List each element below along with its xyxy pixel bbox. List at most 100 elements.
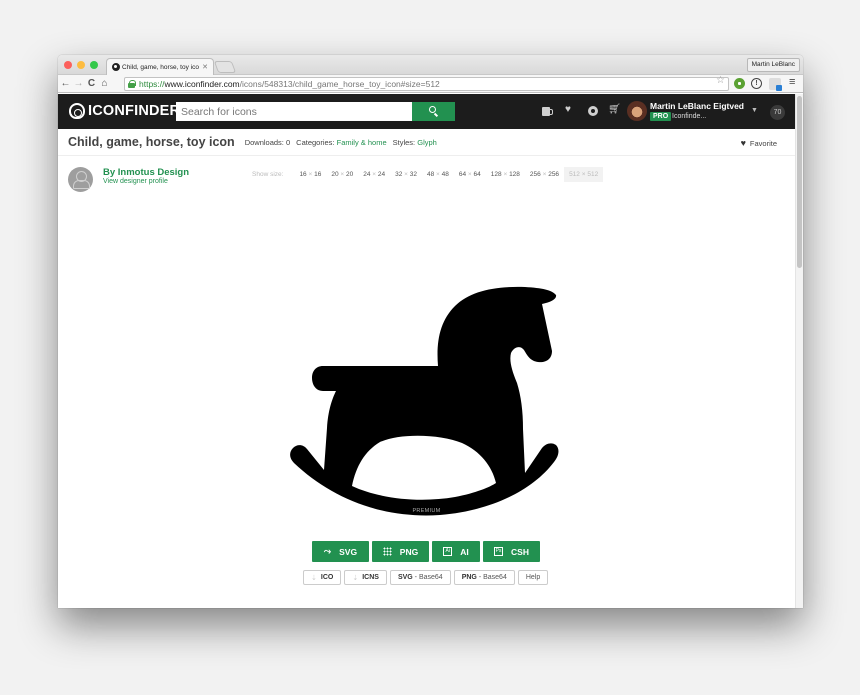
- extension-info-icon[interactable]: !: [751, 78, 762, 89]
- times-sign: ×: [501, 171, 510, 178]
- browser-tab[interactable]: Child, game, horse, toy ico ✕: [106, 58, 214, 75]
- size-option-128[interactable]: 128 × 128: [486, 167, 525, 182]
- designer-avatar[interactable]: [68, 167, 93, 192]
- category-link[interactable]: Family & home: [337, 138, 387, 147]
- style-link[interactable]: Glyph: [417, 138, 437, 147]
- download-csh-label: CSH: [511, 546, 529, 557]
- times-sign: ×: [306, 171, 315, 178]
- download-png-button[interactable]: PNG: [372, 541, 429, 562]
- search-input[interactable]: [176, 102, 412, 121]
- scrollbar-thumb[interactable]: [797, 96, 802, 268]
- download-ai-label: AI: [460, 546, 469, 557]
- home-icon[interactable]: ⌂: [99, 78, 110, 89]
- times-sign: ×: [434, 171, 442, 178]
- lock-icon: [128, 80, 136, 88]
- size-option-48[interactable]: 48 × 48: [422, 167, 454, 182]
- collection-icon[interactable]: [588, 106, 598, 116]
- times-sign: ×: [402, 171, 410, 178]
- user-avatar[interactable]: [627, 101, 647, 121]
- styles: Styles: Glyph: [393, 138, 437, 147]
- address-bar[interactable]: https://www.iconfinder.com/icons/548313/…: [124, 77, 729, 91]
- vector-path-icon: ⤳: [323, 546, 332, 556]
- size-option-24[interactable]: 24 × 24: [358, 167, 390, 182]
- size-height: 512: [587, 171, 599, 178]
- format-label: SVG: [397, 574, 413, 581]
- browser-menu-icon[interactable]: ≡: [789, 76, 795, 88]
- button-label: ICO: [321, 574, 333, 581]
- cart-icon[interactable]: 🛒︎: [608, 104, 621, 115]
- download-svg-base64-button[interactable]: SVG - Base64: [389, 570, 451, 585]
- new-tab-button[interactable]: [213, 61, 237, 73]
- iconfinder-logo-icon: [69, 103, 85, 119]
- size-option-256[interactable]: 256 × 256: [525, 167, 564, 182]
- button-label: PNG - Base64: [462, 574, 507, 581]
- heart-icon: ♥: [740, 138, 746, 148]
- button-label: ICNS: [362, 574, 379, 581]
- size-height: 16: [314, 171, 322, 178]
- size-height: 64: [473, 171, 481, 178]
- chevron-down-icon[interactable]: ▼: [751, 107, 758, 114]
- primary-download-buttons: ⤳ SVG PNG Ai AI Ps CSH: [312, 541, 540, 562]
- download-ai-button[interactable]: Ai AI: [432, 541, 480, 562]
- user-name[interactable]: Martin LeBlanc Eigtved: [650, 101, 744, 111]
- size-height: 20: [345, 171, 354, 178]
- size-width: 256: [529, 171, 541, 178]
- download-arrow-icon: ⇣: [311, 574, 317, 582]
- bookmark-star-icon[interactable]: ☆: [716, 75, 725, 86]
- download-ico-button[interactable]: ⇣ ICO: [303, 570, 342, 585]
- maximize-window-button[interactable]: [90, 61, 98, 69]
- heart-icon[interactable]: ♥: [565, 104, 571, 115]
- back-icon[interactable]: ←: [60, 78, 71, 89]
- search-button[interactable]: [412, 102, 455, 121]
- extension-green-icon[interactable]: [734, 78, 745, 89]
- size-width: 512: [569, 171, 580, 178]
- view-designer-profile-link[interactable]: View designer profile: [103, 178, 168, 185]
- vertical-scrollbar[interactable]: [795, 94, 803, 608]
- size-option-512[interactable]: 512 × 512: [564, 167, 604, 182]
- download-help-button[interactable]: Help: [517, 570, 549, 585]
- forward-icon[interactable]: →: [73, 78, 84, 89]
- mug-icon[interactable]: [542, 107, 553, 116]
- browser-toolbar: ← → C ⌂ https://www.iconfinder.com/icons…: [58, 75, 803, 93]
- pixel-grid-icon: [382, 547, 392, 556]
- designer-name-link[interactable]: By Inmotus Design: [103, 167, 189, 178]
- size-option-20[interactable]: 20 × 20: [326, 167, 358, 182]
- premium-label: PREMIUM: [412, 508, 441, 514]
- iconfinder-logo[interactable]: ICONFINDER: [69, 103, 180, 119]
- url-path: /icons/548313/child_game_horse_toy_icon#…: [239, 79, 440, 89]
- window-controls: [64, 61, 98, 69]
- size-width: 128: [490, 171, 502, 178]
- close-tab-icon[interactable]: ✕: [202, 63, 208, 71]
- browser-profile-button[interactable]: Martin LeBlanc: [746, 58, 800, 72]
- url-scheme: https://: [139, 79, 165, 89]
- button-label: Help: [526, 574, 540, 581]
- size-height: 48: [441, 171, 449, 178]
- show-size-label: Show size:: [252, 171, 284, 178]
- size-option-32[interactable]: 32 × 32: [390, 167, 422, 182]
- secondary-download-buttons: ⇣ ICO ⇣ ICNS SVG - Base64 PNG - Base64 Help: [303, 570, 549, 585]
- button-label: SVG - Base64: [398, 574, 443, 581]
- horse-body: [290, 286, 559, 516]
- iconfinder-favicon-icon: [112, 63, 120, 71]
- download-png-label: PNG: [399, 546, 419, 557]
- downloads-count: Downloads: 0: [244, 137, 291, 147]
- times-sign: ×: [466, 171, 474, 178]
- download-png-base64-button[interactable]: PNG - Base64: [453, 570, 515, 585]
- download-csh-button[interactable]: Ps CSH: [483, 541, 540, 562]
- format-label: PNG: [461, 574, 477, 581]
- format-label: ICNS: [362, 574, 379, 581]
- extension-blue-icon[interactable]: [769, 78, 782, 91]
- reload-icon[interactable]: C: [86, 78, 97, 89]
- download-svg-button[interactable]: ⤳ SVG: [312, 541, 369, 562]
- minimize-window-button[interactable]: [77, 61, 85, 69]
- download-icns-button[interactable]: ⇣ ICNS: [344, 570, 387, 585]
- size-option-64[interactable]: 64 × 64: [454, 167, 486, 182]
- download-arrow-icon: ⇣: [352, 574, 359, 582]
- pro-badge: PRO: [650, 112, 672, 121]
- photoshop-file-icon: Ps: [494, 547, 504, 556]
- size-option-16[interactable]: 16 × 16: [294, 167, 326, 182]
- favorite-button[interactable]: ♥ Favorite: [741, 138, 777, 148]
- close-window-button[interactable]: [64, 61, 72, 69]
- user-organization: Iconfinde...: [672, 113, 707, 120]
- notification-badge[interactable]: 70: [770, 105, 785, 120]
